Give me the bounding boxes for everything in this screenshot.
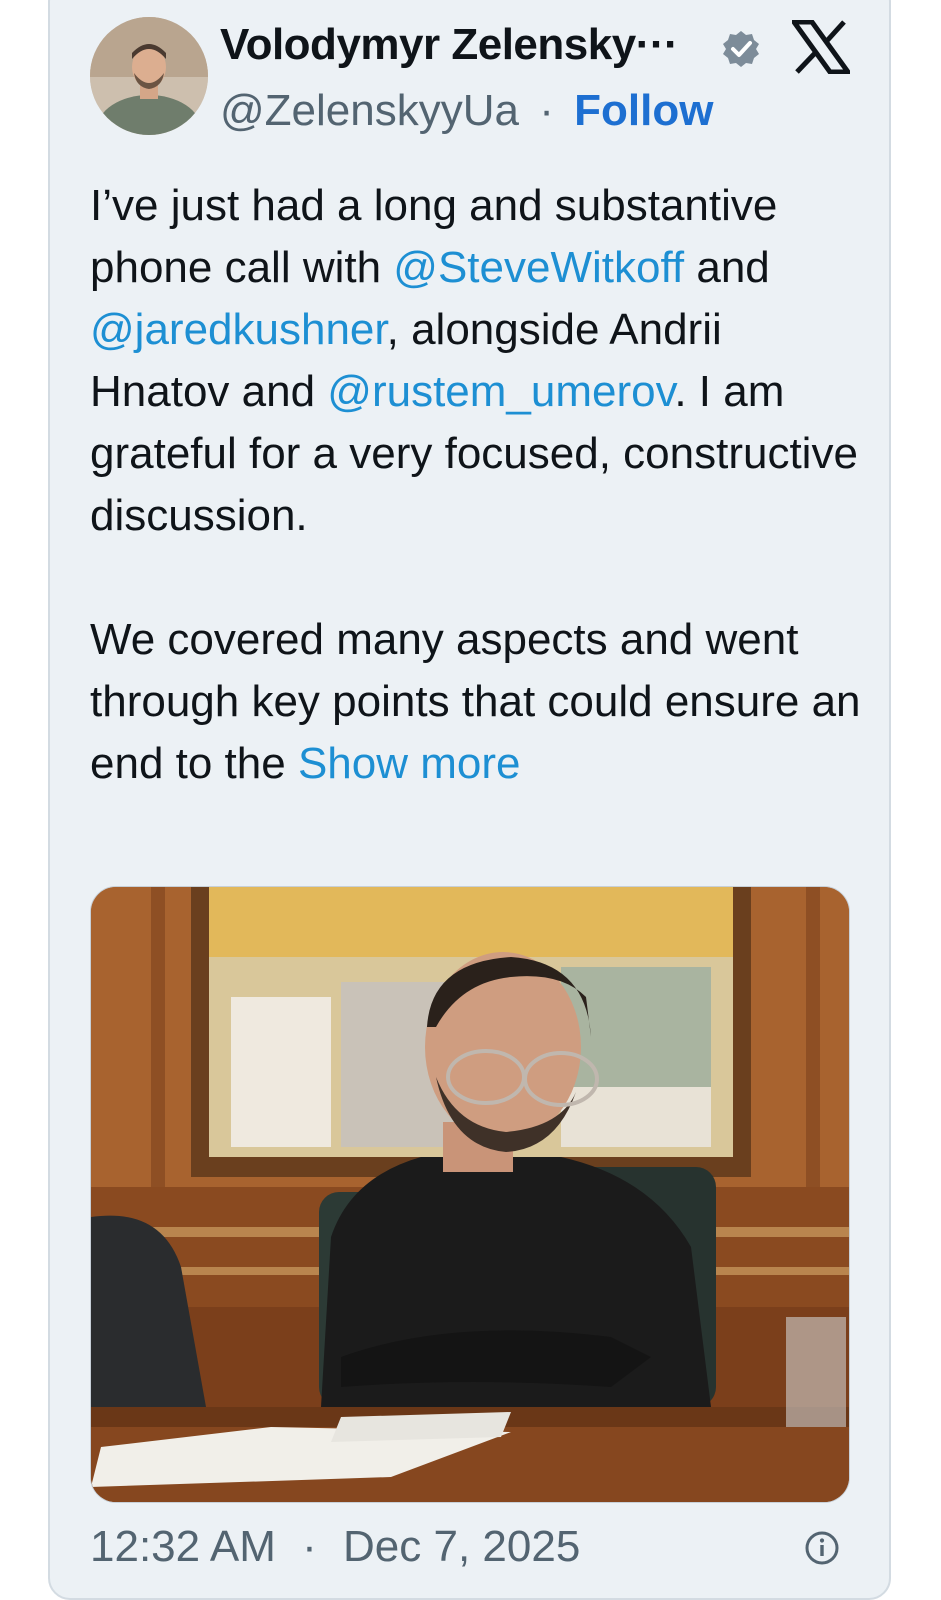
tweet-paragraph-1: I’ve just had a long and substantive pho… — [90, 175, 870, 547]
show-more-link[interactable]: Show more — [298, 739, 521, 788]
x-logo-icon[interactable] — [792, 20, 850, 74]
mention-link[interactable]: @jaredkushner — [90, 305, 387, 354]
tweet-paragraph-2: We covered many aspects and went through… — [90, 609, 870, 795]
verified-badge-icon — [723, 31, 759, 67]
author-name[interactable]: Volodymyr Zelensky··· — [220, 20, 679, 70]
author-handle[interactable]: @ZelenskyyUa — [220, 86, 519, 135]
tweet-timestamp[interactable]: 12:32 AM · Dec 7, 2025 — [90, 1522, 580, 1572]
handle-separator: · — [539, 86, 554, 135]
tweet-date: Dec 7, 2025 — [343, 1522, 581, 1571]
mention-link[interactable]: @SteveWitkoff — [393, 243, 684, 292]
handle-row: @ZelenskyyUa · Follow — [220, 86, 713, 136]
mention-link[interactable]: @rustem_umerov — [327, 367, 674, 416]
author-avatar[interactable] — [90, 17, 208, 135]
follow-button[interactable]: Follow — [574, 86, 713, 135]
photo-image — [91, 887, 849, 1502]
timestamp-separator: · — [302, 1522, 317, 1571]
avatar-image — [90, 17, 208, 135]
tweet-time: 12:32 AM — [90, 1522, 276, 1571]
info-icon[interactable] — [804, 1530, 840, 1566]
tweet-photo[interactable] — [90, 886, 850, 1503]
tweet-text-segment: and — [684, 243, 770, 292]
tweet-text: I’ve just had a long and substantive pho… — [90, 175, 870, 795]
